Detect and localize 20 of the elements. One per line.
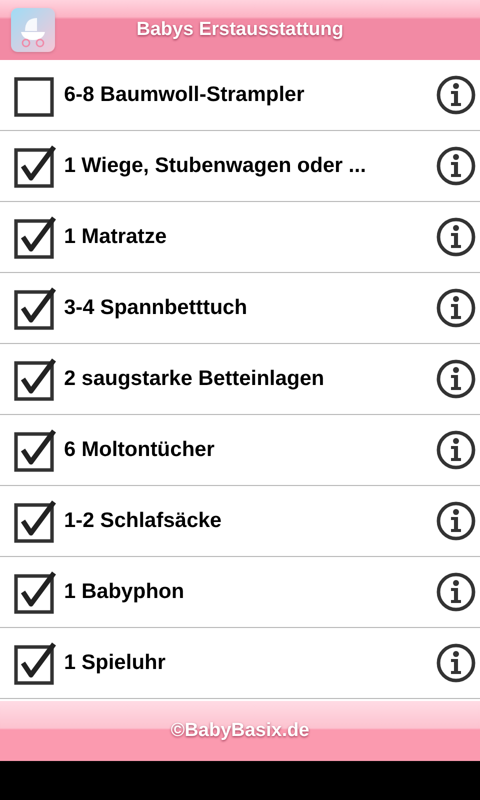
info-icon[interactable] xyxy=(436,430,476,470)
item-label: 1-2 Schlafsäcke xyxy=(64,508,223,534)
info-icon[interactable] xyxy=(436,572,476,612)
item-label: 1 Babyphon xyxy=(64,579,186,606)
footer-text: ©BabyBasix.de xyxy=(170,718,310,743)
item-label: 1 Matratze xyxy=(64,224,168,250)
header-title: Babys Erstausstattung xyxy=(136,18,344,42)
info-icon[interactable] xyxy=(436,146,476,186)
info-icon[interactable] xyxy=(436,288,476,328)
item-label: 6 Moltontücher xyxy=(64,437,216,464)
info-icon[interactable] xyxy=(436,217,476,257)
info-icon[interactable] xyxy=(436,501,476,541)
info-icon[interactable] xyxy=(436,643,476,683)
item-label: 2 saugstarke Betteinlagen xyxy=(64,366,326,392)
info-icon[interactable] xyxy=(436,359,476,399)
item-label: 3-4 Spannbetttuch xyxy=(64,295,248,322)
item-label: 6-8 Baumwoll-Strampler xyxy=(64,82,306,108)
item-label: 1 Wiege, Stubenwagen oder ... xyxy=(64,153,368,180)
info-icon[interactable] xyxy=(436,75,476,115)
item-label: 1 Spieluhr xyxy=(64,650,167,676)
